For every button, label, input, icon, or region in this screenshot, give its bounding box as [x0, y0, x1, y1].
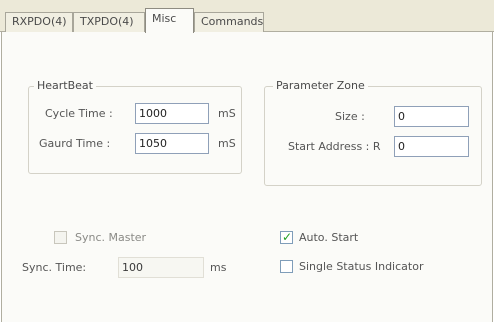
tab-rxpdo[interactable]: RXPDO(4) — [5, 12, 73, 32]
tab-txpdo[interactable]: TXPDO(4) — [73, 12, 145, 32]
tab-commands[interactable]: Commands — [194, 12, 264, 32]
cycle-time-label: Cycle Time : — [45, 107, 113, 120]
heartbeat-group: HeartBeat — [28, 79, 242, 174]
auto-start-checkbox[interactable]: ✓ — [280, 230, 293, 244]
single-status-label: Single Status Indicator — [299, 260, 424, 273]
sync-time-input[interactable]: 100 — [118, 257, 204, 278]
sync-master-checkbox[interactable]: ✓ — [54, 231, 67, 244]
auto-start-label: Auto. Start — [299, 231, 359, 244]
size-input[interactable]: 0 — [394, 106, 469, 127]
start-address-input[interactable]: 0 — [394, 136, 469, 157]
sync-master-label: Sync. Master — [75, 231, 147, 244]
guard-time-label: Gaurd Time : — [39, 137, 111, 150]
sync-time-label: Sync. Time: — [22, 261, 87, 274]
tab-strip: RXPDO(4) TXPDO(4) Misc Commands — [0, 0, 494, 33]
size-label: Size : — [335, 110, 365, 123]
cycle-time-input[interactable]: 1000 — [135, 103, 209, 124]
tab-misc[interactable]: Misc — [145, 8, 194, 33]
cycle-time-unit: mS — [218, 107, 236, 120]
heartbeat-title: HeartBeat — [34, 79, 96, 92]
parameter-zone-title: Parameter Zone — [273, 79, 368, 92]
misc-panel: HeartBeat Cycle Time : 1000 mS Gaurd Tim… — [1, 32, 493, 322]
guard-time-input[interactable]: 1050 — [135, 133, 209, 154]
guard-time-unit: mS — [218, 137, 236, 150]
auto-start-checkmark-icon: ✓ — [281, 230, 293, 244]
single-status-checkbox[interactable]: ✓ — [280, 260, 293, 273]
start-address-label: Start Address : R — [288, 140, 381, 153]
sync-time-unit: ms — [210, 261, 227, 274]
